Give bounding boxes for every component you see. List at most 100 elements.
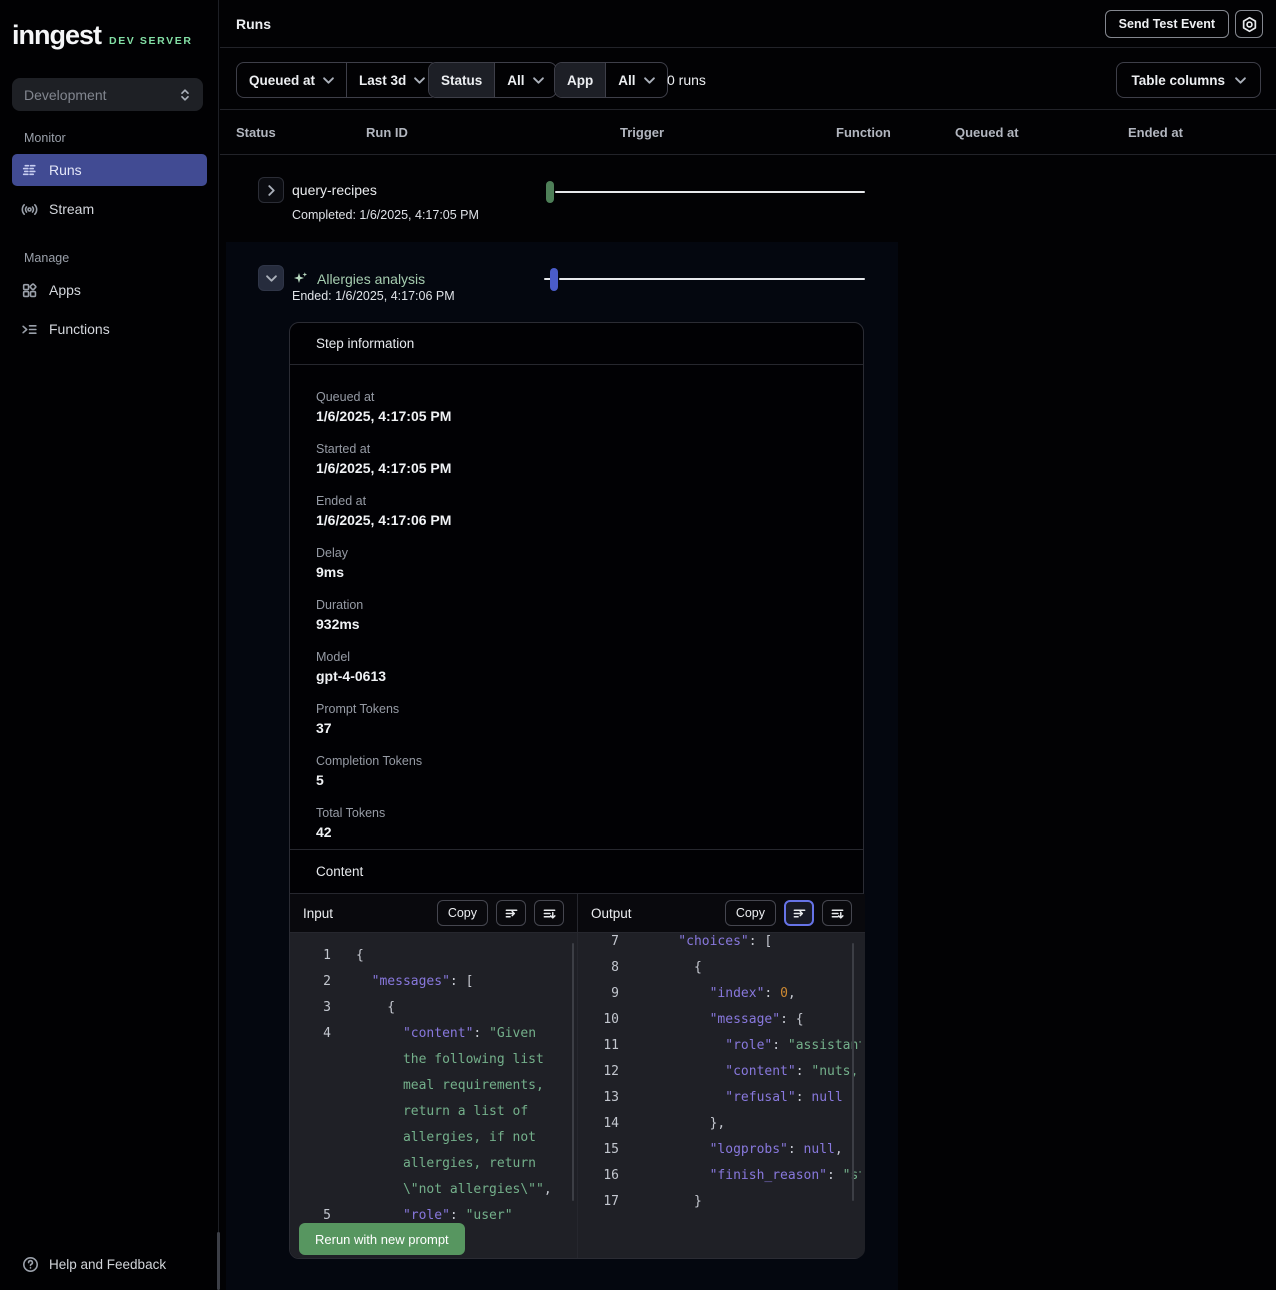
status-filter-label: Status [429,63,494,97]
expand-row-button[interactable] [258,177,284,203]
chevron-down-icon [323,77,334,84]
copy-output-button[interactable]: Copy [725,900,776,926]
field-total-tokens: Total Tokens 42 [316,805,451,842]
runs-icon [21,162,38,179]
field-duration: Duration 932ms [316,597,451,634]
timeline-line [555,191,865,193]
main-area: Runs Send Test Event Queued at Last 3d [220,0,1276,1290]
step-info-fields: Queued at 1/6/2025, 4:17:05 PM Started a… [316,389,451,857]
chevron-down-icon [1235,77,1246,84]
chevron-down-icon [266,273,277,284]
table-header: Status Run ID Trigger Function Queued at… [220,110,1276,155]
field-started-at: Started at 1/6/2025, 4:17:05 PM [316,441,451,478]
run-status-line: Ended: 1/6/2025, 4:17:06 PM [292,289,455,303]
run-status-line: Completed: 1/6/2025, 4:17:05 PM [292,208,479,222]
io-section: Input Copy [290,894,863,1258]
column-trigger: Trigger [620,110,664,155]
scroll-to-bottom-button[interactable] [534,900,564,926]
apps-icon [21,282,38,299]
copy-input-button[interactable]: Copy [437,900,488,926]
sidebar-item-apps[interactable]: Apps [12,274,207,306]
status-filter-group: Status All [428,62,557,98]
run-name[interactable]: Allergies analysis [317,271,425,287]
lines-down-arrow-icon [542,906,557,921]
chevron-down-icon [644,77,655,84]
send-test-event-button[interactable]: Send Test Event [1105,10,1229,38]
sidebar-item-stream[interactable]: Stream [12,193,207,225]
app-filter-label: App [555,63,605,97]
timeline-line [559,278,865,280]
app-root: inngest DEV SERVER Development Monitor R… [0,0,1276,1290]
field-delay: Delay 9ms [316,545,451,582]
step-information-card: Step information Queued at 1/6/2025, 4:1… [289,322,864,1259]
sidebar-item-label: Stream [49,201,94,217]
collapse-row-button[interactable] [258,265,284,291]
help-icon [22,1256,39,1273]
app-filter-group: App All [554,62,668,98]
rerun-with-new-prompt-button[interactable]: Rerun with new prompt [299,1223,465,1255]
field-queued-at: Queued at 1/6/2025, 4:17:05 PM [316,389,451,426]
output-scrollbar[interactable] [852,943,854,1201]
table-row[interactable]: query-recipes Completed: 1/6/2025, 4:17:… [226,155,1276,242]
time-range-filter[interactable]: Last 3d [346,63,437,97]
output-code-area[interactable]: 7"choices": [8{9"index": 0,10"message": … [578,933,865,1258]
time-range-value: Last 3d [359,73,406,88]
section-label-manage: Manage [24,251,69,265]
column-run-id: Run ID [366,110,408,155]
gear-icon [1241,16,1258,33]
content-section-title: Content [290,849,863,894]
table-columns-button[interactable]: Table columns [1116,62,1261,98]
word-wrap-toggle-button[interactable] [496,900,526,926]
field-model: Model gpt-4-0613 [316,649,451,686]
field-prompt-tokens: Prompt Tokens 37 [316,701,451,738]
chevron-down-icon [414,77,425,84]
app-filter-value[interactable]: All [605,63,666,97]
sidebar-item-label: Functions [49,321,110,337]
column-queued-at: Queued at [955,110,1019,155]
field-ended-at: Ended at 1/6/2025, 4:17:06 PM [316,493,451,530]
output-title: Output [591,906,632,921]
environment-select[interactable]: Development [12,78,203,111]
time-filter-group: Queued at Last 3d [236,62,438,98]
dev-server-badge: DEV SERVER [109,35,193,47]
sidebar-item-label: Apps [49,282,81,298]
settings-button[interactable] [1235,10,1263,38]
lines-down-arrow-icon [830,906,845,921]
column-function: Function [836,110,891,155]
page-title: Runs [236,0,271,48]
updown-chevron-icon [179,88,191,102]
chevron-right-icon [266,185,277,196]
sidebar-item-functions[interactable]: Functions [12,313,207,345]
word-wrap-icon [504,906,519,921]
sidebar: inngest DEV SERVER Development Monitor R… [0,0,219,1290]
filter-bar: Queued at Last 3d Status All [220,48,1276,110]
queued-at-label: Queued at [249,73,315,88]
status-filter-value[interactable]: All [494,63,555,97]
sidebar-item-label: Runs [49,162,82,178]
section-label-monitor: Monitor [24,131,66,145]
timeline-marker [546,181,554,203]
top-bar: Runs Send Test Event [220,0,1276,48]
word-wrap-icon [792,906,807,921]
card-title: Step information [290,323,863,365]
environment-select-value: Development [24,87,107,103]
scroll-to-bottom-button[interactable] [822,900,852,926]
column-status: Status [236,110,276,155]
timeline-marker [550,268,558,291]
output-panel-header: Output Copy [578,894,865,933]
help-and-feedback[interactable]: Help and Feedback [22,1256,166,1273]
queued-at-filter[interactable]: Queued at [237,63,346,97]
help-label: Help and Feedback [49,1257,166,1272]
sidebar-item-runs[interactable]: Runs [12,154,207,186]
word-wrap-toggle-button-active[interactable] [784,900,814,926]
field-completion-tokens: Completion Tokens 5 [316,753,451,790]
input-code-area[interactable]: 1{2"messages": [3{4"content": "Given the… [290,933,577,1258]
run-name[interactable]: query-recipes [292,182,377,198]
logo: inngest DEV SERVER [12,20,193,51]
functions-icon [21,321,38,338]
output-panel: Output Copy [578,894,865,1258]
sparkles-icon [292,270,310,288]
runs-count: 0 runs [667,62,706,98]
logo-text: inngest [12,20,101,51]
input-scrollbar[interactable] [572,943,574,1201]
